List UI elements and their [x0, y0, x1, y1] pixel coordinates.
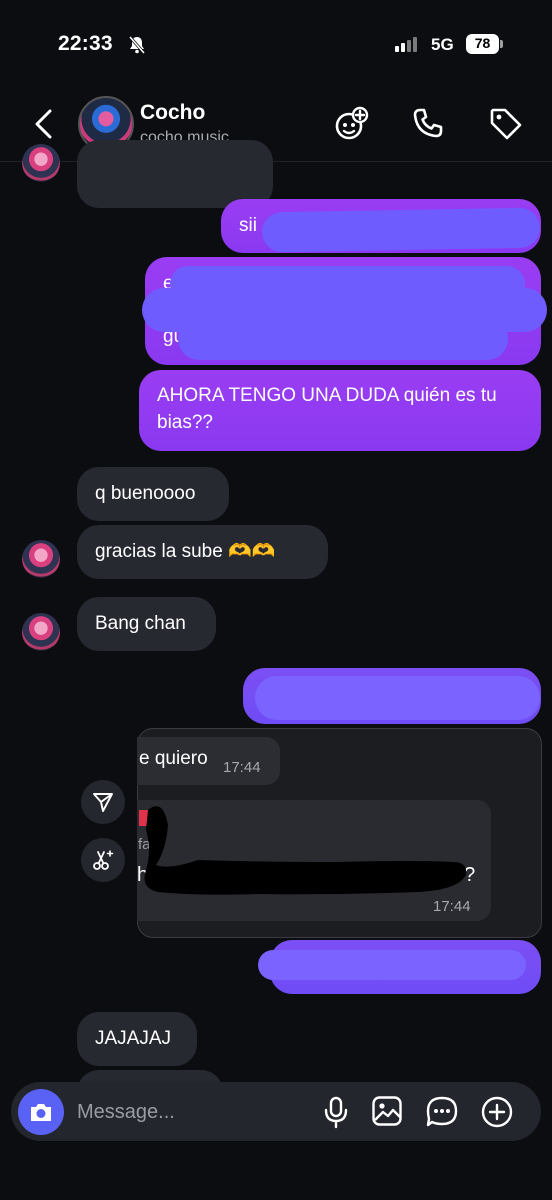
received-message-text: q buenoooo	[95, 483, 196, 504]
signal-icon	[395, 37, 417, 52]
sent-message-text: AHORA TENGO UNA DUDA quién es tu bias??	[157, 385, 497, 433]
microphone-icon[interactable]	[322, 1095, 350, 1129]
battery-icon: 78	[466, 34, 499, 54]
scissors-sparkle-icon	[93, 850, 114, 870]
contact-name[interactable]: Cocho	[140, 101, 205, 125]
camera-icon	[31, 1104, 51, 1121]
silent-bell-icon	[128, 36, 146, 54]
contact-avatar-small[interactable]	[22, 540, 60, 578]
received-message[interactable]: gracias la sube 🫶🫶	[77, 525, 328, 579]
redaction-scribble	[255, 676, 540, 720]
received-message[interactable]: Bang chan	[77, 597, 216, 651]
back-icon[interactable]	[30, 108, 58, 140]
status-time: 22:33	[58, 32, 113, 55]
sent-message-text: sii	[239, 215, 257, 236]
received-message[interactable]: JAJAJAJ	[77, 1012, 197, 1066]
remix-button[interactable]	[81, 838, 125, 882]
received-message[interactable]: q buenoooo	[77, 467, 229, 521]
contact-avatar-small[interactable]	[22, 613, 60, 651]
received-message-text: Bang chan	[95, 613, 186, 634]
network-type: 5G	[431, 35, 454, 54]
received-message-text: gracias la sube 🫶🫶	[95, 541, 276, 562]
screenshot-time: 17:44	[433, 898, 471, 915]
send-icon	[93, 793, 113, 812]
battery-cap	[500, 40, 503, 48]
plus-icon[interactable]	[480, 1095, 514, 1129]
sticker-chat-icon[interactable]	[425, 1095, 459, 1129]
message-input[interactable]	[77, 1098, 307, 1126]
redaction-scribble	[258, 950, 526, 980]
gallery-icon[interactable]	[371, 1095, 403, 1127]
redaction-scribble	[178, 318, 508, 360]
call-icon[interactable]	[411, 106, 445, 140]
redaction-scribble	[261, 207, 541, 253]
camera-button[interactable]	[18, 1089, 64, 1135]
screenshot-time: 17:44	[223, 759, 261, 776]
tag-icon[interactable]	[488, 106, 524, 142]
contact-avatar-small[interactable]	[22, 144, 60, 182]
screenshot-text: e quiero	[139, 748, 208, 769]
add-effects-icon[interactable]	[331, 106, 371, 142]
black-redaction	[144, 806, 467, 895]
received-message-text: JAJAJAJ	[95, 1028, 172, 1049]
received-message-partial[interactable]	[77, 140, 273, 208]
share-button[interactable]	[81, 780, 125, 824]
sent-message[interactable]: AHORA TENGO UNA DUDA quién es tu bias??	[139, 370, 541, 451]
